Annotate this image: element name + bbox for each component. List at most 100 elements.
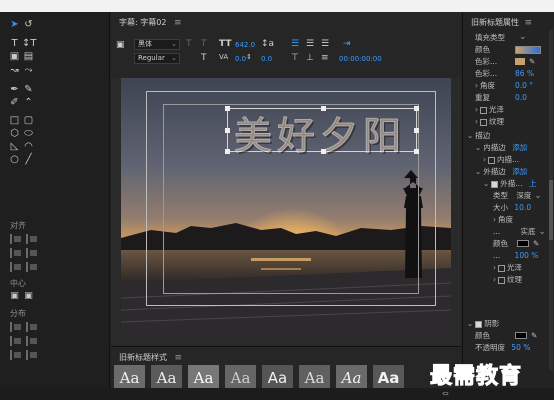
stroke-opacity-value[interactable]: 100 %	[515, 251, 539, 260]
align-right-icon[interactable]	[26, 262, 38, 272]
properties-menu-icon[interactable]: ≡	[525, 18, 533, 28]
shadow-opacity-value[interactable]: 50 %	[511, 343, 530, 352]
eyedropper-icon[interactable]: ✎	[529, 56, 535, 67]
shadow-row[interactable]: ⌄ 阴影	[463, 318, 554, 329]
type-tool-icon[interactable]: T	[8, 38, 21, 50]
texture-checkbox[interactable]	[480, 118, 487, 126]
distribute-top-icon[interactable]	[10, 350, 22, 360]
align-middle-text-icon[interactable]: ⊥	[306, 53, 314, 63]
shadow-checkbox[interactable]	[475, 320, 483, 328]
stroke-texture-row[interactable]: › 纹理	[463, 274, 554, 285]
text-bounding-box[interactable]: 美好夕阳	[225, 106, 419, 159]
handle-mr[interactable]	[414, 128, 419, 133]
color-stop-opacity-value[interactable]: 86 %	[515, 68, 534, 79]
stroke-group-row[interactable]: ⌄ 描边	[463, 130, 554, 141]
align-bottom-text-icon[interactable]: ≡	[321, 53, 329, 63]
align-left-icon[interactable]	[10, 234, 22, 244]
rounded-corner-tool-icon[interactable]: ⬭	[22, 128, 35, 140]
convert-anchor-tool-icon[interactable]: ⌃	[22, 97, 35, 109]
timecode-value[interactable]: 00:00:00:00	[339, 55, 382, 63]
underline-text-icon[interactable]: T	[201, 53, 207, 63]
stroke-sheen-row[interactable]: › 光泽	[463, 262, 554, 273]
tab-stops-icon[interactable]: ⇥	[343, 39, 351, 49]
wedge-tool-icon[interactable]: ◺	[8, 141, 21, 153]
selection-tool-icon[interactable]: ➤	[8, 19, 21, 31]
path-type-tool-icon[interactable]: ↝	[8, 65, 21, 77]
outer-stroke-checkbox[interactable]	[491, 180, 499, 188]
align-middle-icon[interactable]	[26, 248, 38, 258]
stroke-sheen-checkbox[interactable]	[498, 264, 505, 272]
italic-text-icon[interactable]: T	[201, 39, 207, 49]
distribute-horizontal-icon[interactable]	[26, 336, 38, 346]
inner-stroke-checkbox[interactable]	[488, 156, 495, 164]
bold-text-icon[interactable]: T	[186, 39, 192, 49]
texture-row[interactable]: › 纹理	[463, 116, 554, 127]
angle-value[interactable]: 0.0 °	[515, 80, 533, 91]
inner-stroke-add-link[interactable]: 添加	[512, 143, 527, 152]
font-style-dropdown[interactable]: Regular ⌄	[134, 53, 180, 64]
title-background-toggle-icon[interactable]: ▣	[116, 40, 125, 50]
stroke-color-swatch[interactable]	[517, 240, 529, 247]
vertical-type-tool-icon[interactable]: ↕T	[22, 38, 37, 50]
align-bottom-icon[interactable]	[10, 262, 22, 272]
rounded-rectangle-tool-icon[interactable]: ▢	[22, 115, 35, 127]
outer-stroke-row[interactable]: ⌄ 外描边 添加	[463, 166, 554, 177]
stroke-size-value[interactable]: 10.0	[514, 203, 531, 212]
caption-text[interactable]: 美好夕阳	[233, 105, 406, 160]
distribute-center-icon[interactable]	[26, 322, 38, 332]
stroke-eyedropper-icon[interactable]: ✎	[533, 238, 539, 249]
align-center-text-icon[interactable]: ☰	[306, 39, 314, 49]
title-canvas[interactable]: 美好夕阳	[111, 78, 461, 348]
outer-stroke-item-row[interactable]: ⌄ 外描... 上	[463, 178, 554, 189]
align-center-horizontal-icon[interactable]	[26, 234, 38, 244]
distribute-right-icon[interactable]	[10, 336, 22, 346]
rectangle-tool-icon[interactable]: □	[8, 115, 21, 127]
styles-panel-menu-icon[interactable]: ≡	[175, 353, 183, 363]
align-right-text-icon[interactable]: ☰	[321, 39, 329, 49]
inner-stroke-row[interactable]: ⌄ 内描边 添加	[463, 142, 554, 153]
move-up-link[interactable]: 上	[529, 179, 537, 188]
rotation-tool-icon[interactable]: ↺	[22, 19, 35, 31]
kerning-value[interactable]: 0.0	[235, 55, 246, 63]
area-type-tool-icon[interactable]: ▣	[8, 51, 21, 63]
sheen-row[interactable]: › 光泽	[463, 104, 554, 115]
add-anchor-tool-icon[interactable]: ✎	[22, 84, 35, 96]
line-tool-icon[interactable]: ╱	[22, 154, 35, 166]
vertical-path-type-tool-icon[interactable]: ⤳	[22, 65, 35, 77]
leading-value[interactable]: 0.0	[261, 55, 272, 63]
center-horizontal-icon[interactable]: ▣	[8, 290, 21, 302]
distribute-vertical-icon[interactable]	[26, 350, 38, 360]
handle-tr[interactable]	[414, 106, 419, 111]
clipped-rectangle-tool-icon[interactable]: ⬡	[8, 128, 21, 140]
properties-scrollbar[interactable]	[549, 30, 553, 370]
align-top-icon[interactable]	[10, 248, 22, 258]
delete-anchor-tool-icon[interactable]: ✐	[8, 97, 21, 109]
stroke-fill-type-value[interactable]: 实底	[521, 227, 536, 236]
handle-bl[interactable]	[225, 149, 230, 154]
handle-ml[interactable]	[225, 128, 230, 133]
pen-tool-icon[interactable]: ✒	[8, 84, 21, 96]
resize-handle-icon[interactable]: ⇔	[442, 389, 449, 398]
arc-tool-icon[interactable]: ◠	[22, 141, 35, 153]
shadow-color-swatch[interactable]	[515, 332, 527, 339]
align-left-text-icon[interactable]: ☰	[291, 39, 299, 49]
panel-menu-icon[interactable]: ≡	[174, 18, 182, 28]
outer-stroke-add-link[interactable]: 添加	[512, 167, 527, 176]
fill-type-dropdown-icon[interactable]: ⌄	[519, 32, 527, 43]
gradient-swatch[interactable]	[515, 46, 541, 54]
repeat-value[interactable]: 0.0	[515, 92, 527, 103]
shadow-eyedropper-icon[interactable]: ✎	[531, 330, 537, 341]
font-size-value[interactable]: 642.0	[235, 41, 255, 49]
properties-scrollbar-thumb[interactable]	[549, 180, 553, 240]
sheen-checkbox[interactable]	[480, 106, 487, 114]
distribute-left-icon[interactable]	[10, 322, 22, 332]
center-vertical-icon[interactable]: ▣	[22, 290, 35, 302]
stroke-type-value[interactable]: 深度	[516, 191, 531, 200]
ellipse-tool-icon[interactable]: ○	[8, 154, 21, 166]
handle-br[interactable]	[414, 149, 419, 154]
stroke-texture-checkbox[interactable]	[498, 276, 505, 284]
color-stop-swatch[interactable]	[515, 58, 525, 65]
handle-tl[interactable]	[225, 106, 230, 111]
inner-stroke-item-row[interactable]: › 内描...	[463, 154, 554, 165]
font-family-dropdown[interactable]: 黑体 ⌄	[134, 39, 180, 50]
